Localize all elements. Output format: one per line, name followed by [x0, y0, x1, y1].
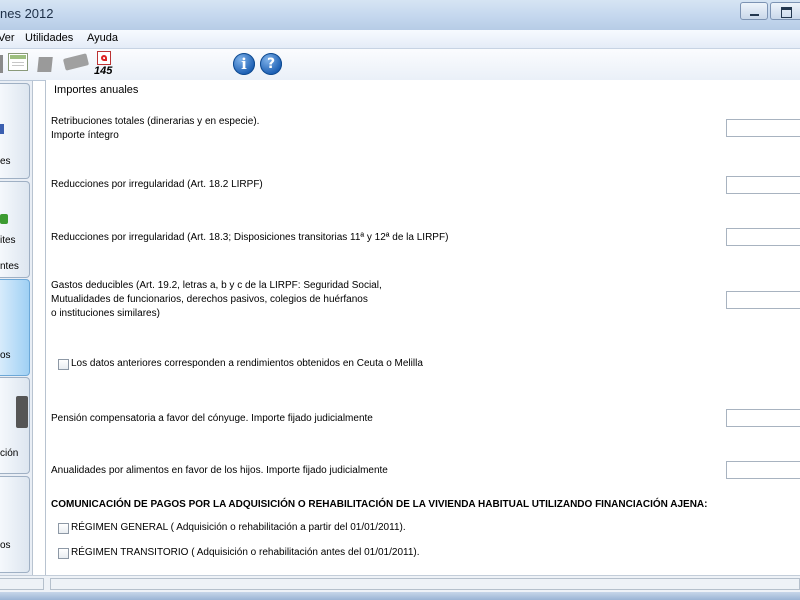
ceuta-melilla-label: Los datos anteriores corresponden a rend… [71, 358, 423, 369]
sidebar-item-2[interactable]: ites ntes [0, 181, 30, 278]
regimen-transitorio-checkbox[interactable] [58, 548, 69, 559]
status-panel-left [0, 578, 44, 590]
menu-bar: Ver Utilidades Ayuda [0, 30, 800, 49]
sidebar-item-label: ites [0, 235, 16, 246]
regimen-general-checkbox[interactable] [58, 523, 69, 534]
status-bar [0, 575, 800, 593]
sidebar-item-label-2: ntes [0, 261, 19, 272]
gastos-deducibles-input[interactable] [726, 291, 800, 309]
field-label-retribuciones: Retribuciones totales (dinerarias y en e… [51, 116, 260, 141]
field-label-reducciones-18-2: Reducciones por irregularidad (Art. 18.2… [51, 179, 263, 190]
title-bar: nes 2012 [0, 0, 800, 31]
form-panel: Importes anuales Retribuciones totales (… [45, 80, 800, 575]
reducciones-18-2-input[interactable] [726, 176, 800, 194]
regimen-transitorio-label: RÉGIMEN TRANSITORIO ( Adquisición o reha… [71, 547, 420, 558]
sidebar-item-1[interactable]: es [0, 83, 30, 179]
sidebar: es ites ntes os ción os [0, 81, 33, 577]
retribuciones-input[interactable] [726, 119, 800, 137]
sidebar-item-label: ción [0, 448, 19, 459]
menu-ver[interactable]: Ver [0, 32, 15, 44]
document-icon[interactable] [8, 53, 28, 71]
field-label-gastos-deducibles: Gastos deducibles (Art. 19.2, letras a, … [51, 280, 382, 319]
toolbar-edge-icon [0, 55, 3, 73]
info-icon[interactable]: i [233, 53, 255, 75]
pdf-145-icon[interactable]: 145 [94, 51, 116, 77]
ceuta-melilla-checkbox[interactable] [58, 359, 69, 370]
sidebar-item-label: es [0, 156, 11, 167]
window-title: nes 2012 [0, 6, 54, 21]
sidebar-item-label: os [0, 540, 11, 551]
reducciones-18-3-input[interactable] [726, 228, 800, 246]
toolbar: 145 i ? [0, 49, 800, 81]
person-icon [0, 124, 4, 134]
field-label-pension-compensatoria: Pensión compensatoria a favor del cónyug… [51, 413, 373, 424]
menu-ayuda[interactable]: Ayuda [87, 32, 118, 44]
pdf-number: 145 [94, 65, 113, 77]
device-icon [16, 396, 28, 428]
field-label-anualidades-alimentos: Anualidades por alimentos en favor de lo… [51, 465, 388, 476]
page-icon[interactable] [37, 57, 53, 72]
status-panel-main [50, 578, 800, 590]
field-label-reducciones-18-3: Reducciones por irregularidad (Art. 18.3… [51, 232, 449, 243]
sidebar-item-3[interactable]: os [0, 279, 30, 376]
money-icon [0, 214, 8, 224]
menu-utilidades[interactable]: Utilidades [25, 32, 73, 44]
window-bottom-edge [0, 592, 800, 600]
help-icon[interactable]: ? [260, 53, 282, 75]
anualidades-alimentos-input[interactable] [726, 461, 800, 479]
pension-compensatoria-input[interactable] [726, 409, 800, 427]
section-heading: COMUNICACIÓN DE PAGOS POR LA ADQUISICIÓN… [51, 499, 708, 510]
maximize-button[interactable] [770, 2, 800, 20]
sidebar-item-4[interactable]: ción [0, 377, 30, 474]
sidebar-item-label: os [0, 350, 11, 361]
book-icon[interactable] [62, 53, 90, 71]
sidebar-item-5[interactable]: os [0, 476, 30, 573]
group-title: Importes anuales [54, 84, 139, 96]
minimize-button[interactable] [740, 2, 768, 20]
regimen-general-label: RÉGIMEN GENERAL ( Adquisición o rehabili… [71, 522, 406, 533]
